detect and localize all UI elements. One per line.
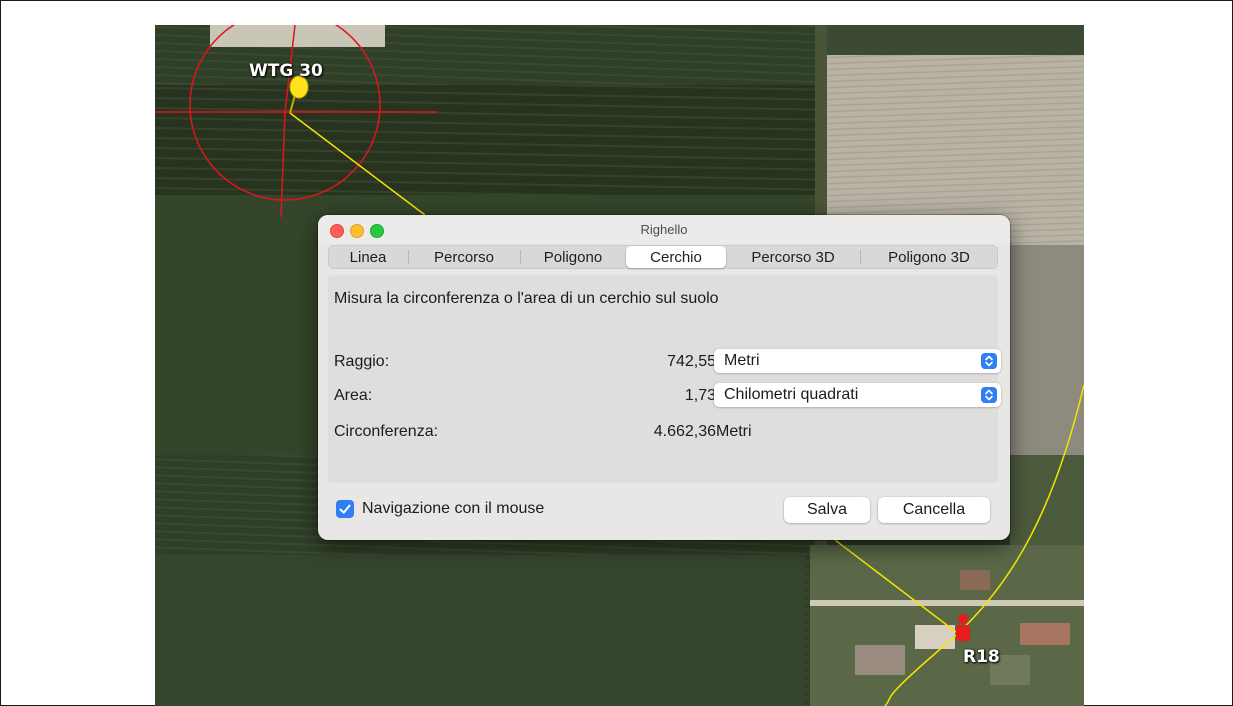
tab-poligono-3d[interactable]: Poligono 3D — [860, 245, 998, 269]
tab-percorso-3d[interactable]: Percorso 3D — [726, 245, 860, 269]
title-bar[interactable]: Righello — [318, 215, 1010, 243]
tab-cerchio[interactable]: Cerchio — [626, 246, 726, 268]
window-title: Righello — [640, 222, 688, 237]
radius-value: 742,55 — [667, 353, 716, 370]
cancel-button[interactable]: Cancella — [878, 497, 990, 523]
area-unit-select[interactable]: Chilometri quadrati — [714, 383, 1001, 407]
ruler-dialog: Righello Linea Percorso Poligono Cerchio… — [318, 215, 1010, 540]
radius-unit-select[interactable]: Metri — [714, 349, 1001, 373]
checkmark-icon — [339, 504, 351, 514]
circumference-label: Circonferenza: — [334, 423, 439, 440]
select-arrows-icon — [981, 353, 997, 369]
radius-unit-value: Metri — [724, 352, 760, 369]
circumference-value: 4.662,36 — [653, 423, 716, 440]
placemark-label-bottom: R18 — [963, 647, 1000, 667]
select-arrows-icon — [981, 387, 997, 403]
tab-bar: Linea Percorso Poligono Cerchio Percorso… — [328, 245, 998, 269]
person-marker-icon[interactable] — [956, 614, 970, 641]
area-unit-value: Chilometri quadrati — [724, 386, 859, 403]
circumference-unit: Metri — [716, 423, 752, 440]
save-button[interactable]: Salva — [784, 497, 870, 523]
tab-linea[interactable]: Linea — [328, 245, 408, 269]
placemark-label-top: WTG 30 — [249, 61, 323, 81]
tab-percorso[interactable]: Percorso — [408, 245, 520, 269]
area-value: 1,73 — [684, 387, 716, 404]
tool-description: Misura la circonferenza o l'area di un c… — [334, 290, 719, 307]
area-label: Area: — [334, 387, 373, 404]
tab-poligono[interactable]: Poligono — [520, 245, 626, 269]
mouse-navigation-label[interactable]: Navigazione con il mouse — [362, 500, 544, 518]
mouse-navigation-checkbox[interactable] — [336, 500, 354, 518]
radius-label: Raggio: — [334, 353, 390, 370]
